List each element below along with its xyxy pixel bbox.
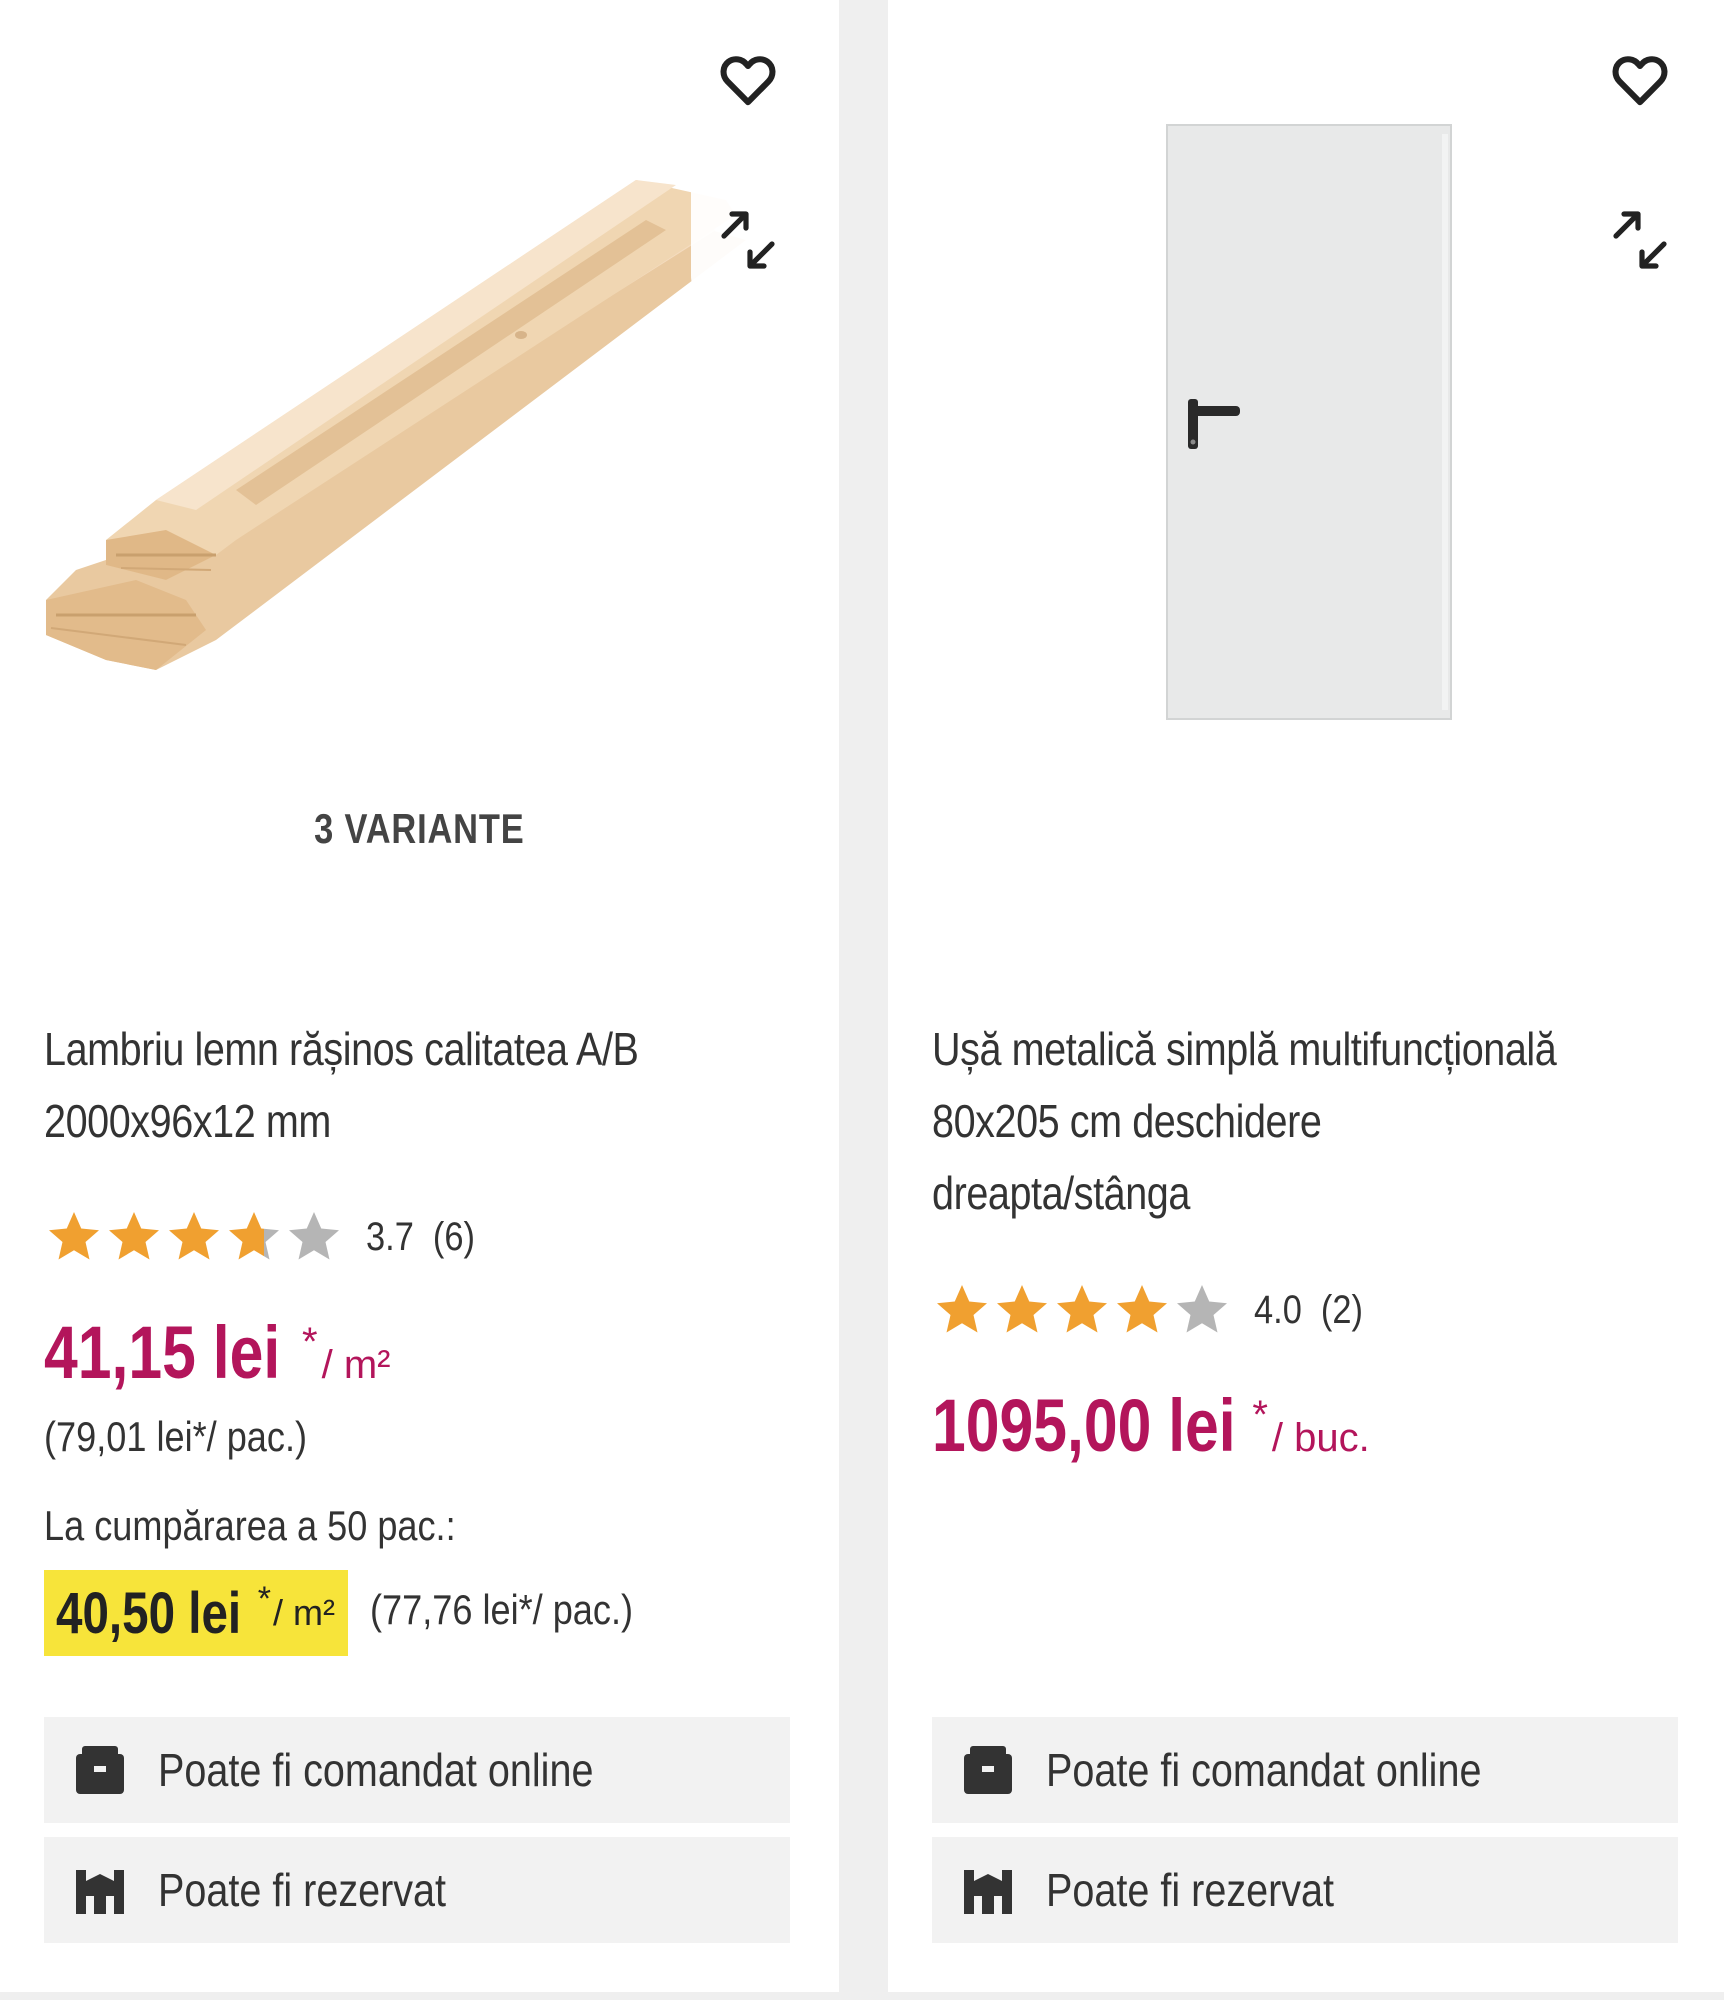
price-value: 41,15 lei xyxy=(44,1311,281,1394)
heart-icon xyxy=(1612,56,1668,106)
store-icon xyxy=(76,1870,124,1914)
availability-online-label: Poate fi comandat online xyxy=(1046,1744,1482,1796)
bulk-pack-price: (77,76 lei*/ pac.) xyxy=(370,1586,634,1633)
product-title-line: Lambriu lemn rășinos calitatea A/B xyxy=(44,1023,639,1075)
price-asterisk: * xyxy=(1252,1393,1268,1437)
product-card-lambriu[interactable]: 3 VARIANTE Lambriu lemn rășinos calitate… xyxy=(0,0,839,1992)
star-icon xyxy=(1177,1285,1227,1333)
product-card-usa-metalica[interactable]: Ușă metalică simplă multifuncțională 80x… xyxy=(888,0,1724,1992)
package-icon xyxy=(964,1746,1012,1794)
product-rating[interactable]: 3.7 (6) xyxy=(44,1207,493,1267)
star-icon xyxy=(997,1285,1047,1333)
bulk-unit: / m² xyxy=(272,1592,335,1633)
wood-panel-image xyxy=(46,170,776,670)
product-title[interactable]: Lambriu lemn rășinos calitatea A/B 2000x… xyxy=(44,1013,680,1157)
compare-button[interactable] xyxy=(1605,205,1675,275)
package-icon xyxy=(76,1746,124,1794)
metal-door-image xyxy=(1166,124,1452,720)
bulk-price: 40,50 lei xyxy=(56,1580,242,1646)
price-line: 1095,00 lei * / buc. xyxy=(932,1383,1370,1468)
rating-stars xyxy=(44,1207,344,1267)
compare-button[interactable] xyxy=(713,205,783,275)
availability-reserve[interactable]: Poate fi rezervat xyxy=(932,1837,1678,1943)
product-rating[interactable]: 4.0 (2) xyxy=(932,1280,1381,1340)
product-title-line: 2000x96x12 mm xyxy=(44,1095,331,1147)
bulk-asterisk: * xyxy=(257,1580,271,1618)
availability-reserve-label: Poate fi rezervat xyxy=(1046,1864,1335,1916)
star-icon xyxy=(937,1285,987,1333)
heart-icon xyxy=(720,56,776,106)
availability-online[interactable]: Poate fi comandat online xyxy=(44,1717,790,1823)
availability-reserve[interactable]: Poate fi rezervat xyxy=(44,1837,790,1943)
bulk-price-badge: 40,50 lei * / m² xyxy=(44,1570,348,1656)
star-icon xyxy=(49,1212,99,1260)
availability-online-label: Poate fi comandat online xyxy=(158,1744,594,1796)
product-image[interactable] xyxy=(1166,124,1452,720)
rating-text: 3.7 (6) xyxy=(366,1214,475,1259)
star-icon xyxy=(109,1212,159,1260)
product-title[interactable]: Ușă metalică simplă multifuncțională 80x… xyxy=(932,1013,1620,1229)
favorite-button[interactable] xyxy=(1605,45,1675,115)
variants-text: 3 VARIANTE xyxy=(314,805,525,852)
store-icon xyxy=(964,1870,1012,1914)
star-icon xyxy=(1117,1285,1167,1333)
price-unit: / buc. xyxy=(1271,1416,1370,1460)
product-title-line: Ușă metalică simplă multifuncțională xyxy=(932,1023,1557,1075)
pack-price: (79,01 lei*/ pac.) xyxy=(44,1413,308,1460)
rating-text: 4.0 (2) xyxy=(1254,1287,1363,1332)
rating-stars xyxy=(932,1280,1232,1340)
product-title-line: dreapta/stânga xyxy=(932,1167,1190,1219)
bulk-label: La cumpărarea a 50 pac.: xyxy=(44,1502,456,1549)
star-icon xyxy=(289,1212,339,1260)
availability-reserve-label: Poate fi rezervat xyxy=(158,1864,447,1916)
star-icon xyxy=(1057,1285,1107,1333)
variants-label[interactable]: 3 VARIANTE xyxy=(0,805,839,853)
price-unit: / m² xyxy=(321,1343,391,1387)
price-line: 41,15 lei * / m² xyxy=(44,1310,390,1395)
compare-arrows-icon xyxy=(1613,211,1667,269)
star-icon xyxy=(169,1212,219,1260)
availability-online[interactable]: Poate fi comandat online xyxy=(932,1717,1678,1823)
star-icon xyxy=(229,1212,279,1260)
favorite-button[interactable] xyxy=(713,45,783,115)
price-asterisk: * xyxy=(302,1320,318,1364)
price-value: 1095,00 lei xyxy=(932,1384,1236,1467)
product-image[interactable] xyxy=(36,160,796,690)
product-title-line: 80x205 cm deschidere xyxy=(932,1095,1322,1147)
compare-arrows-icon xyxy=(721,211,775,269)
